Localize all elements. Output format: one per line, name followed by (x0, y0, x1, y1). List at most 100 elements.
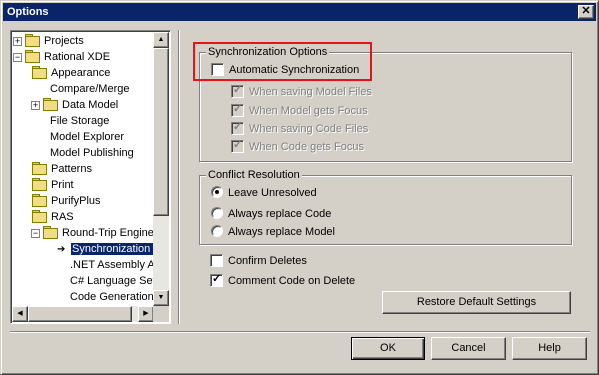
tree-item-label: RAS (51, 211, 74, 223)
folder-icon (42, 97, 58, 111)
checkbox-box: ✓ (231, 121, 244, 135)
tree-item[interactable]: ➔ Synchronization S (57, 241, 155, 257)
scroll-up-button[interactable]: ▲ (153, 32, 169, 48)
tree-item-label: Synchronization S (71, 243, 155, 255)
expand-icon[interactable]: + (31, 101, 40, 110)
tree-item-label: Rational XDE (44, 51, 111, 63)
when-model-focus-checkbox[interactable]: ✓ When Model gets Focus (231, 103, 368, 118)
when-code-focus-checkbox[interactable]: ✓ When Code gets Focus (231, 139, 364, 154)
arrow-icon: ➔ (57, 244, 66, 255)
panel-divider (178, 30, 180, 324)
when-saving-model-label: When saving Model Files (249, 86, 372, 98)
tree-item-label: Projects (44, 35, 84, 47)
tree-item-label: .NET Assembly At (70, 259, 155, 271)
when-code-focus-label: When Code gets Focus (249, 141, 364, 153)
folder-icon (42, 225, 58, 239)
tree-item[interactable]: − Round-Trip Engineering (31, 225, 155, 241)
always-replace-code-radio[interactable]: Always replace Code (211, 207, 331, 221)
horizontal-scroll-thumb[interactable] (28, 306, 132, 322)
tree-horizontal-scrollbar[interactable]: ◀ ▶ (12, 306, 154, 322)
tree-item[interactable]: + Projects (13, 33, 85, 49)
checkbox-box (210, 254, 223, 267)
tree-item-label: C# Language Set (70, 275, 155, 287)
scroll-thumb[interactable] (153, 48, 169, 216)
radio-button (211, 225, 223, 237)
radio-button (211, 207, 223, 219)
tree-vertical-scrollbar[interactable]: ▲ ▼ (153, 32, 169, 306)
leave-unresolved-label: Leave Unresolved (228, 187, 317, 199)
tree-item-label: Appearance (51, 67, 111, 79)
tree-item-label: Model Publishing (50, 147, 134, 159)
folder-icon (24, 33, 40, 47)
when-saving-code-checkbox[interactable]: ✓ When saving Code Files (231, 121, 369, 136)
checkbox-box: ✓ (210, 273, 223, 287)
scroll-left-button[interactable]: ◀ (12, 306, 28, 322)
checkbox-box: ✓ (231, 84, 244, 98)
tree-item[interactable]: Compare/Merge (49, 81, 130, 97)
tree-item-label: File Storage (50, 115, 110, 127)
always-replace-model-radio[interactable]: Always replace Model (211, 225, 335, 239)
highlight-box (193, 42, 372, 81)
close-icon: ✕ (581, 5, 591, 17)
expand-icon[interactable]: + (13, 37, 22, 46)
tree-item-label: Round-Trip Engineering (62, 227, 155, 239)
conflict-resolution-group: Conflict Resolution Leave Unresolved Alw… (199, 169, 572, 245)
folder-icon (24, 49, 40, 63)
leave-unresolved-radio[interactable]: Leave Unresolved (211, 186, 317, 200)
tree-item[interactable]: Model Publishing (49, 145, 135, 161)
confirm-deletes-label: Confirm Deletes (228, 255, 307, 267)
tree-item[interactable]: C# Language Set (69, 273, 155, 289)
when-saving-code-label: When saving Code Files (249, 123, 369, 135)
scroll-corner (153, 306, 169, 322)
window-title: Options (7, 6, 49, 18)
comment-code-label: Comment Code on Delete (228, 275, 356, 287)
tree-item-label: Code Generation (70, 291, 154, 303)
collapse-icon[interactable]: − (13, 53, 22, 62)
close-button[interactable]: ✕ (578, 5, 594, 19)
when-model-focus-label: When Model gets Focus (249, 105, 368, 117)
tree-item-label: Print (51, 179, 74, 191)
scroll-right-button[interactable]: ▶ (138, 306, 154, 322)
help-button[interactable]: Help (512, 337, 587, 360)
cancel-button[interactable]: Cancel (431, 337, 506, 360)
tree-item[interactable]: PurifyPlus (31, 193, 102, 209)
comment-code-checkbox[interactable]: ✓ Comment Code on Delete (210, 273, 356, 288)
tree-item[interactable]: .NET Assembly At (69, 257, 155, 273)
checkbox-box: ✓ (231, 103, 244, 117)
tree-item[interactable]: Print (31, 177, 75, 193)
options-dialog: Options ✕ + Projects − Rational XDE Appearan… (0, 0, 599, 375)
tree-item-label: PurifyPlus (51, 195, 101, 207)
folder-icon (31, 177, 47, 191)
tree-item-label: Model Explorer (50, 131, 124, 143)
scroll-down-button[interactable]: ▼ (153, 290, 169, 306)
always-replace-code-label: Always replace Code (228, 208, 332, 220)
tree-list: + Projects − Rational XDE Appearance Compare/… (13, 33, 155, 307)
options-tree[interactable]: + Projects − Rational XDE Appearance Compare/… (10, 30, 171, 324)
radio-button (211, 186, 223, 198)
when-saving-model-checkbox[interactable]: ✓ When saving Model Files (231, 84, 372, 99)
tree-item[interactable]: − Rational XDE (13, 49, 111, 65)
always-replace-model-label: Always replace Model (228, 226, 335, 238)
tree-item[interactable]: Appearance (31, 65, 111, 81)
tree-item-label: Data Model (62, 99, 119, 111)
tree-item-label: Compare/Merge (50, 83, 130, 95)
restore-defaults-button[interactable]: Restore Default Settings (382, 291, 571, 314)
ok-button[interactable]: OK (351, 337, 425, 360)
title-bar[interactable]: Options ✕ (3, 3, 596, 21)
folder-icon (31, 65, 47, 79)
folder-icon (31, 209, 47, 223)
folder-icon (31, 193, 47, 207)
folder-icon (31, 161, 47, 175)
collapse-icon[interactable]: − (31, 229, 40, 238)
confirm-deletes-checkbox[interactable]: Confirm Deletes (210, 254, 307, 268)
tree-item[interactable]: Model Explorer (49, 129, 125, 145)
tree-item[interactable]: + Data Model (31, 97, 119, 113)
tree-item[interactable]: Code Generation (69, 289, 155, 305)
tree-item-label: Patterns (51, 163, 92, 175)
bottom-divider (10, 331, 590, 333)
tree-item[interactable]: RAS (31, 209, 75, 225)
tree-item[interactable]: File Storage (49, 113, 110, 129)
checkbox-box: ✓ (231, 139, 244, 153)
conflict-resolution-title: Conflict Resolution (206, 169, 302, 182)
tree-item[interactable]: Patterns (31, 161, 93, 177)
